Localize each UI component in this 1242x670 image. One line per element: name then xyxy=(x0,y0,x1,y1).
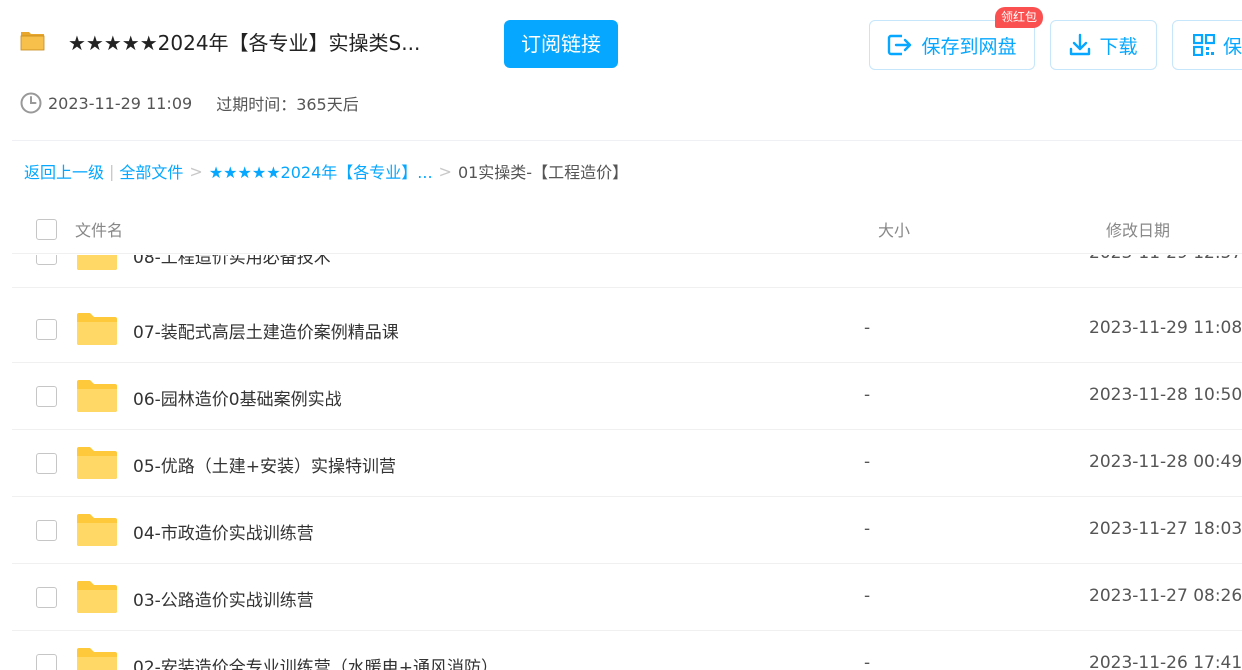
subscribe-link-button[interactable]: 订阅链接 xyxy=(504,20,618,68)
breadcrumb-parent[interactable]: ★★★★★2024年【各专业】... xyxy=(209,159,433,183)
folder-icon xyxy=(77,581,117,613)
folder-icon xyxy=(77,380,117,412)
file-size: - xyxy=(864,255,870,263)
file-name[interactable]: 06-园林造价0基础案例实战 xyxy=(133,385,342,410)
file-date: 2023-11-28 00:49 xyxy=(1089,452,1242,472)
folder-icon xyxy=(77,648,117,670)
file-name[interactable]: 03-公路造价实战训练营 xyxy=(133,586,314,611)
qrcode-icon xyxy=(1193,34,1215,56)
table-row[interactable]: 08-工程造价实用必备技术 - 2023-11-29 12:57 xyxy=(12,255,1242,288)
file-size: - xyxy=(864,653,871,670)
file-size: - xyxy=(864,452,871,472)
share-meta: 2023-11-29 11:09 过期时间：365天后 xyxy=(20,92,359,114)
table-row[interactable]: 05-优路（土建+安装）实操特训营 - 2023-11-28 00:49 xyxy=(12,430,1242,497)
table-row[interactable]: 03-公路造价实战训练营 - 2023-11-27 08:26 xyxy=(12,564,1242,631)
breadcrumb: 返回上一级 | 全部文件 > ★★★★★2024年【各专业】... > 01实操… xyxy=(24,159,629,183)
table-header: 文件名 大小 修改日期 xyxy=(12,204,1242,254)
share-created-time: 2023-11-29 11:09 xyxy=(48,93,193,113)
folder-icon xyxy=(77,313,117,345)
divider xyxy=(12,140,1242,141)
row-checkbox[interactable] xyxy=(36,386,57,407)
file-size: - xyxy=(864,519,871,539)
select-all-checkbox[interactable] xyxy=(36,219,57,240)
file-name[interactable]: 05-优路（土建+安装）实操特训营 xyxy=(133,452,396,477)
breadcrumb-back[interactable]: 返回上一级 xyxy=(24,159,104,183)
row-checkbox[interactable] xyxy=(36,587,57,608)
breadcrumb-separator: > xyxy=(189,161,203,181)
file-size: - xyxy=(864,586,871,606)
red-packet-badge[interactable]: 领红包 xyxy=(995,7,1044,28)
breadcrumb-separator: > xyxy=(438,161,452,181)
row-checkbox[interactable] xyxy=(36,453,57,474)
row-checkbox[interactable] xyxy=(36,520,57,541)
file-list: 08-工程造价实用必备技术 - 2023-11-29 12:57 07-装配式高… xyxy=(12,255,1242,670)
share-page: ★★★★★2024年【各专业】实操类S... 订阅链接 保存到网盘 领红包 下载… xyxy=(0,0,1242,670)
breadcrumb-all-files[interactable]: 全部文件 xyxy=(119,159,183,183)
file-name[interactable]: 08-工程造价实用必备技术 xyxy=(133,255,331,268)
download-icon xyxy=(1070,33,1091,56)
column-header-name[interactable]: 文件名 xyxy=(75,217,123,241)
folder-icon xyxy=(77,447,117,479)
save-to-netdisk-label: 保存到网盘 xyxy=(921,35,1017,58)
table-row[interactable]: 06-园林造价0基础案例实战 - 2023-11-28 10:50 xyxy=(12,363,1242,430)
file-date: 2023-11-26 17:41 xyxy=(1089,653,1242,670)
share-expire-time: 过期时间：365天后 xyxy=(216,95,359,114)
folder-icon xyxy=(77,514,117,546)
table-row[interactable]: 02-安装造价全专业训练营（水暖电+通风消防） - 2023-11-26 17:… xyxy=(12,631,1242,670)
save-to-disk-icon xyxy=(888,34,912,56)
row-checkbox[interactable] xyxy=(36,319,57,340)
download-button[interactable]: 下载 xyxy=(1050,20,1157,70)
file-date: 2023-11-27 18:03 xyxy=(1089,519,1242,539)
file-size: - xyxy=(864,318,871,338)
save-qrcode-label: 保 xyxy=(1223,35,1242,58)
breadcrumb-current: 01实操类-【工程造价】 xyxy=(457,163,629,182)
clock-icon xyxy=(20,92,42,114)
column-header-date[interactable]: 修改日期 xyxy=(1106,217,1170,241)
column-header-size[interactable]: 大小 xyxy=(878,217,910,241)
file-date: 2023-11-29 12:57 xyxy=(1089,255,1242,263)
download-label: 下载 xyxy=(1099,35,1138,58)
share-title: ★★★★★2024年【各专业】实操类S... xyxy=(68,31,421,55)
row-checkbox[interactable] xyxy=(36,654,57,670)
file-name[interactable]: 02-安装造价全专业训练营（水暖电+通风消防） xyxy=(133,653,498,670)
breadcrumb-pipe: | xyxy=(109,161,115,181)
file-name[interactable]: 07-装配式高层土建造价案例精品课 xyxy=(133,318,399,343)
table-row[interactable]: 07-装配式高层土建造价案例精品课 - 2023-11-29 11:08 xyxy=(12,296,1242,363)
folder-icon xyxy=(77,255,117,270)
file-size: - xyxy=(864,385,871,405)
table-row[interactable]: 04-市政造价实战训练营 - 2023-11-27 18:03 xyxy=(12,497,1242,564)
file-date: 2023-11-29 11:08 xyxy=(1089,318,1242,338)
file-date: 2023-11-27 08:26 xyxy=(1089,586,1242,606)
file-date: 2023-11-28 10:50 xyxy=(1089,385,1242,405)
file-name[interactable]: 04-市政造价实战训练营 xyxy=(133,519,314,544)
save-qrcode-button[interactable]: 保 xyxy=(1172,20,1242,70)
folder-icon xyxy=(20,32,45,51)
row-checkbox[interactable] xyxy=(36,255,57,265)
